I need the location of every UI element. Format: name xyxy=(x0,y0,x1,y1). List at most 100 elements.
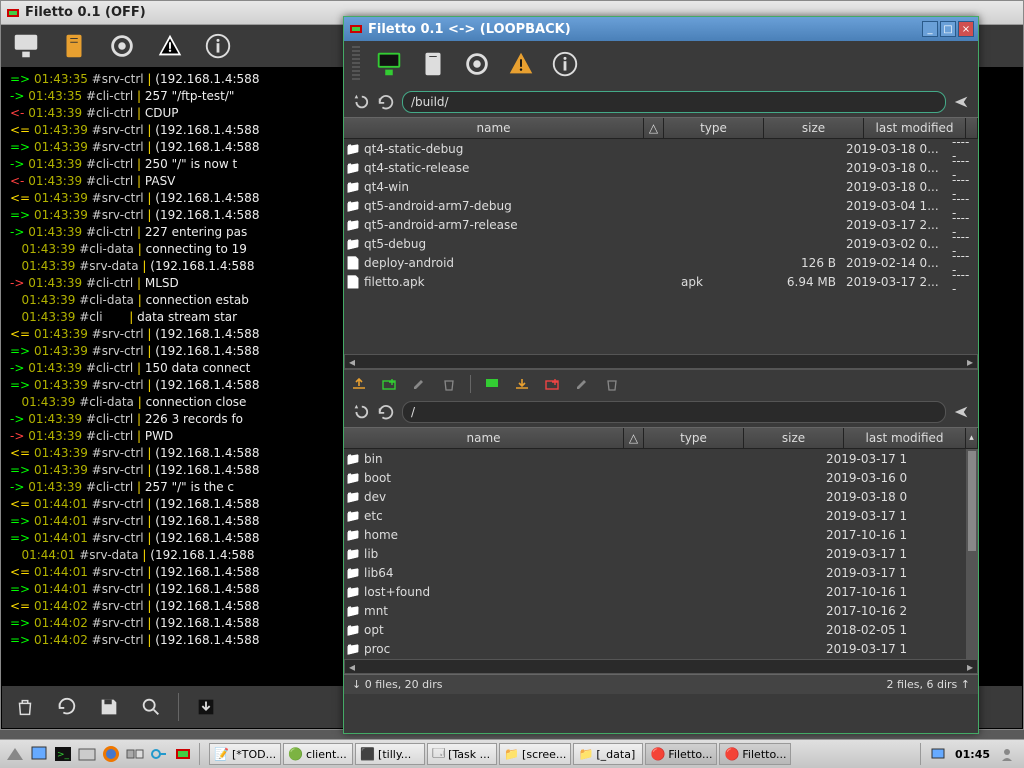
separator xyxy=(199,743,200,765)
bottom-file-list[interactable]: bin2019-03-17 1boot2019-03-16 0dev2019-0… xyxy=(344,449,978,659)
terminal-icon[interactable]: >_ xyxy=(52,743,74,765)
close-button[interactable]: × xyxy=(958,21,974,37)
task-button[interactable]: 🟢client... xyxy=(283,743,353,765)
send-icon[interactable] xyxy=(952,402,972,422)
search-icon[interactable] xyxy=(136,692,166,722)
browser-titlebar[interactable]: Filetto 0.1 <-> (LOOPBACK) _ □ × xyxy=(344,17,978,41)
top-scrollbar[interactable]: ◂▸ xyxy=(344,354,978,369)
refresh-icon[interactable] xyxy=(52,692,82,722)
col-modified[interactable]: last modified xyxy=(864,118,966,138)
file-row[interactable]: home2017-10-16 1 xyxy=(344,525,978,544)
show-desktop-icon[interactable] xyxy=(28,743,50,765)
file-row[interactable]: mnt2017-10-16 2 xyxy=(344,601,978,620)
launcher-area: >_ xyxy=(0,743,207,765)
minimize-button[interactable]: _ xyxy=(922,21,938,37)
refresh-icon[interactable] xyxy=(376,92,396,112)
warning-icon[interactable] xyxy=(155,31,185,61)
top-file-list[interactable]: qt4-static-debug2019-03-18 0...-----qt4-… xyxy=(344,139,978,354)
top-headers[interactable]: name △ type size last modified xyxy=(344,117,978,139)
tray-user-icon[interactable] xyxy=(996,743,1018,765)
file-row[interactable]: qt5-debug2019-03-02 0...----- xyxy=(344,234,978,253)
task-button[interactable]: 🗔[Task ... xyxy=(427,743,497,765)
sort-indicator[interactable]: △ xyxy=(644,118,664,138)
col-modified[interactable]: last modified xyxy=(844,428,966,448)
file-row[interactable]: dev2019-03-18 0 xyxy=(344,487,978,506)
top-pathbar xyxy=(344,87,978,117)
task-button[interactable]: 🔴Filetto... xyxy=(645,743,717,765)
vertical-scrollbar[interactable] xyxy=(966,449,978,659)
task-button[interactable]: 🔴Filetto... xyxy=(719,743,791,765)
start-menu-icon[interactable] xyxy=(4,743,26,765)
file-row[interactable]: etc2019-03-17 1 xyxy=(344,506,978,525)
file-row[interactable]: deploy-android126 B2019-02-14 0...----- xyxy=(344,253,978,272)
file-row[interactable]: proc2019-03-17 1 xyxy=(344,639,978,658)
remote-edit-icon[interactable] xyxy=(573,375,591,393)
task-button[interactable]: ⬛[tilly... xyxy=(355,743,425,765)
filetto-icon[interactable] xyxy=(172,743,194,765)
col-name[interactable]: name xyxy=(344,118,644,138)
remote-new-folder-icon[interactable] xyxy=(543,375,561,393)
warning-icon[interactable] xyxy=(506,49,536,79)
file-row[interactable]: qt5-android-arm7-release2019-03-17 2...-… xyxy=(344,215,978,234)
file-row[interactable]: qt4-static-debug2019-03-18 0...----- xyxy=(344,139,978,158)
firefox-icon[interactable] xyxy=(100,743,122,765)
clock[interactable]: 01:45 xyxy=(955,748,990,761)
file-row[interactable]: bin2019-03-17 1 xyxy=(344,449,978,468)
remote-delete-icon[interactable] xyxy=(603,375,621,393)
settings-icon[interactable] xyxy=(107,31,137,61)
col-size[interactable]: size xyxy=(764,118,864,138)
keepass-icon[interactable] xyxy=(148,743,170,765)
toolbar-grip[interactable] xyxy=(352,46,360,82)
bottom-path-input[interactable] xyxy=(402,401,946,423)
task-button[interactable]: 📝[*TOD... xyxy=(209,743,281,765)
save-icon[interactable] xyxy=(94,692,124,722)
tray-monitor-icon[interactable] xyxy=(927,743,949,765)
col-type[interactable]: type xyxy=(644,428,744,448)
bottom-headers[interactable]: name △ type size last modified ▴ xyxy=(344,427,978,449)
bottom-scrollbar[interactable]: ◂▸ xyxy=(344,659,978,674)
settings-icon[interactable] xyxy=(462,49,492,79)
col-name[interactable]: name xyxy=(344,428,624,448)
undo-icon[interactable] xyxy=(350,92,370,112)
desktop-pager-icon[interactable] xyxy=(124,743,146,765)
info-icon[interactable] xyxy=(550,49,580,79)
trash-icon[interactable] xyxy=(10,692,40,722)
file-row[interactable]: lib2019-03-17 1 xyxy=(344,544,978,563)
send-icon[interactable] xyxy=(952,92,972,112)
file-row[interactable]: qt4-win2019-03-18 0...----- xyxy=(344,177,978,196)
undo-icon[interactable] xyxy=(350,402,370,422)
file-row[interactable]: qt4-static-release2019-03-18 0...----- xyxy=(344,158,978,177)
col-size[interactable]: size xyxy=(744,428,844,448)
col-type[interactable]: type xyxy=(664,118,764,138)
file-row[interactable]: filetto.apkapk6.94 MB2019-03-17 2...----… xyxy=(344,272,978,291)
file-row[interactable]: boot2019-03-16 0 xyxy=(344,468,978,487)
info-icon[interactable] xyxy=(203,31,233,61)
delete-icon[interactable] xyxy=(440,375,458,393)
new-folder-icon[interactable] xyxy=(380,375,398,393)
sort-indicator[interactable]: △ xyxy=(624,428,644,448)
system-tray: 01:45 xyxy=(914,743,1024,765)
top-path-input[interactable] xyxy=(402,91,946,113)
connect-icon[interactable] xyxy=(483,375,501,393)
client-icon[interactable] xyxy=(374,49,404,79)
download-icon[interactable] xyxy=(513,375,531,393)
mid-toolbar xyxy=(344,369,978,397)
file-row[interactable]: qt5-android-arm7-debug2019-03-04 1...---… xyxy=(344,196,978,215)
task-button[interactable]: 📁[scree... xyxy=(499,743,571,765)
refresh-icon[interactable] xyxy=(376,402,396,422)
file-row[interactable]: lib642019-03-17 1 xyxy=(344,563,978,582)
edit-icon[interactable] xyxy=(410,375,428,393)
app-icon xyxy=(5,5,21,21)
server-icon[interactable] xyxy=(59,31,89,61)
client-icon[interactable] xyxy=(11,31,41,61)
file-manager-icon[interactable] xyxy=(76,743,98,765)
server-icon[interactable] xyxy=(418,49,448,79)
file-row[interactable]: lost+found2017-10-16 1 xyxy=(344,582,978,601)
task-button[interactable]: 📁[_data] xyxy=(573,743,643,765)
upload-icon[interactable] xyxy=(350,375,368,393)
status-left: ↓ 0 files, 20 dirs xyxy=(352,678,442,691)
maximize-button[interactable]: □ xyxy=(940,21,956,37)
scroll-up[interactable]: ▴ xyxy=(966,428,978,448)
file-row[interactable]: opt2018-02-05 1 xyxy=(344,620,978,639)
download-icon[interactable] xyxy=(191,692,221,722)
